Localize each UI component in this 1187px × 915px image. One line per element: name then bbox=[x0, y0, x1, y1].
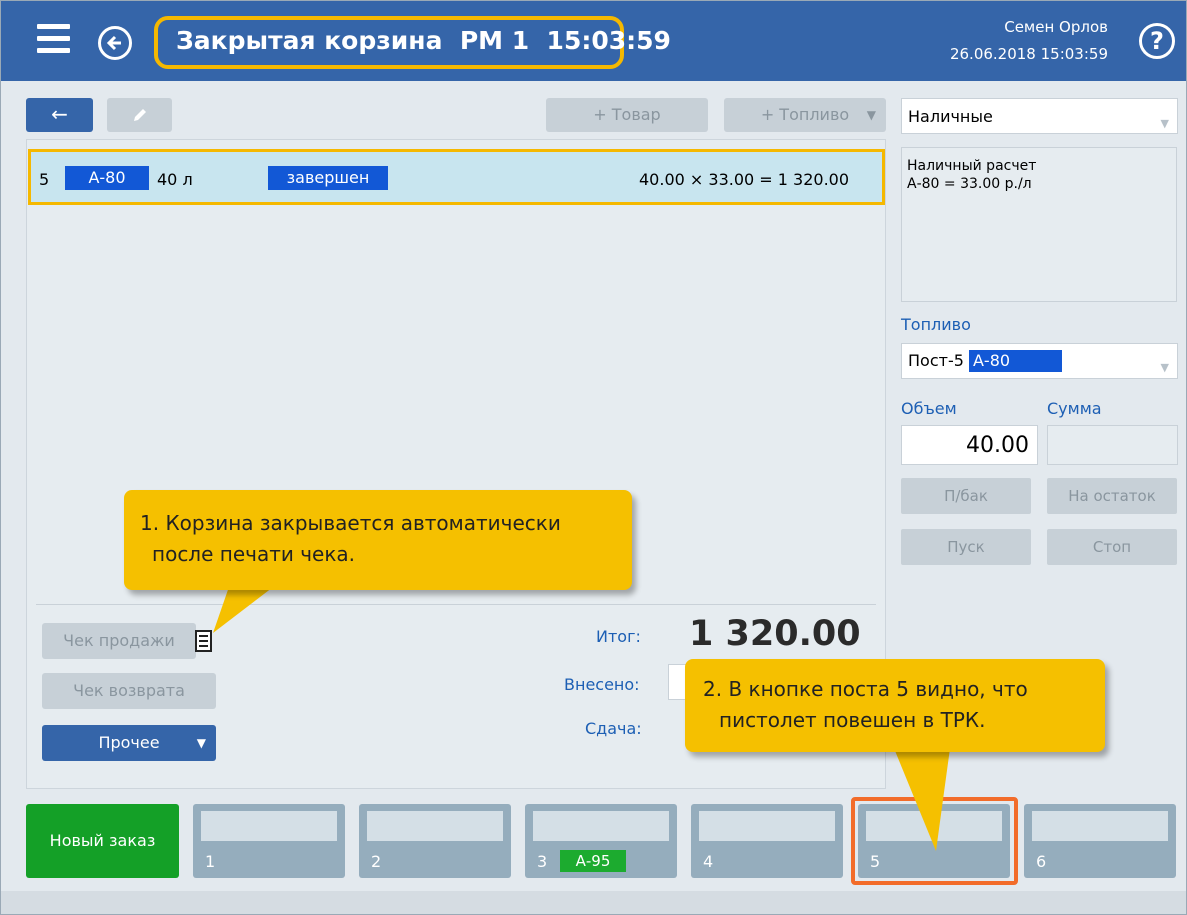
post-number: 3 bbox=[537, 852, 548, 871]
add-fuel-label: + Топливо bbox=[760, 105, 850, 124]
back-circle-icon[interactable] bbox=[98, 26, 132, 60]
other-label: Прочее bbox=[98, 733, 160, 752]
callout-1-line2: после печати чека. bbox=[152, 542, 356, 566]
change-label: Сдача: bbox=[585, 719, 642, 738]
post-display bbox=[201, 811, 337, 841]
post-button-2[interactable]: 2 bbox=[359, 804, 511, 878]
post-number: 6 bbox=[1036, 852, 1047, 871]
total-label: Итог: bbox=[596, 627, 641, 646]
add-fuel-button[interactable]: + Топливо ▼ bbox=[724, 98, 886, 132]
page-title: Закрытая корзина РМ 1 15:03:59 bbox=[176, 26, 671, 55]
post-display bbox=[1032, 811, 1168, 841]
post-number: 1 bbox=[205, 852, 216, 871]
post-fuel-badge: А-95 bbox=[560, 850, 626, 872]
sum-input[interactable] bbox=[1047, 425, 1178, 465]
volume-label: Объем bbox=[901, 399, 957, 418]
fuel-select-value: А-80 bbox=[968, 350, 1063, 372]
order-post-number: 5 bbox=[39, 170, 50, 189]
paid-label: Внесено: bbox=[564, 675, 640, 694]
callout-1: 1. Корзина закрывается автоматически пос… bbox=[124, 490, 632, 590]
divider bbox=[36, 604, 876, 605]
fuel-select[interactable]: Пост-5 А-80 ▼ bbox=[901, 343, 1178, 379]
payment-info-line1: Наличный расчет bbox=[907, 158, 1037, 174]
add-goods-button[interactable]: + Товар bbox=[546, 98, 708, 132]
post-display bbox=[367, 811, 503, 841]
help-icon[interactable]: ? bbox=[1139, 23, 1175, 59]
pencil-icon bbox=[133, 109, 146, 121]
app-window: Закрытая корзина РМ 1 15:03:59 Семен Орл… bbox=[0, 0, 1187, 915]
order-fuel-badge: А-80 bbox=[65, 166, 149, 190]
chevron-down-icon: ▼ bbox=[866, 108, 876, 122]
sum-label: Сумма bbox=[1047, 399, 1102, 418]
stop-button[interactable]: Стоп bbox=[1047, 529, 1177, 565]
order-status-badge: завершен bbox=[268, 166, 388, 190]
post-number: 4 bbox=[703, 852, 714, 871]
remainder-button[interactable]: На остаток bbox=[1047, 478, 1177, 514]
payment-info: Наличный расчет А-80 = 33.00 р./л bbox=[901, 147, 1177, 302]
fuel-post-label: Пост-5 bbox=[908, 351, 964, 370]
callout-2: 2. В кнопке поста 5 видно, что пистолет … bbox=[685, 659, 1105, 752]
total-value: 1 320.00 bbox=[689, 614, 861, 654]
callout-2-line2: пистолет повешен в ТРК. bbox=[719, 708, 986, 732]
payment-method-value: Наличные bbox=[908, 107, 993, 126]
status-strip bbox=[1, 891, 1186, 914]
back-button[interactable]: ← bbox=[26, 98, 93, 132]
callout-1-line1: 1. Корзина закрывается автоматически bbox=[140, 511, 561, 535]
callout-2-line1: 2. В кнопке поста 5 видно, что bbox=[703, 677, 1028, 701]
order-quantity: 40 л bbox=[157, 170, 193, 189]
order-calculation: 40.00 × 33.00 = 1 320.00 bbox=[639, 170, 850, 189]
sale-receipt-button[interactable]: Чек продажи bbox=[42, 623, 196, 659]
callout-2-pointer bbox=[891, 741, 951, 851]
user-name: Семен Орлов bbox=[1004, 18, 1108, 36]
edit-button[interactable] bbox=[107, 98, 172, 132]
chevron-down-icon: ▼ bbox=[1160, 117, 1169, 130]
fuel-label: Топливо bbox=[901, 315, 971, 334]
post-display bbox=[699, 811, 835, 841]
callout-1-pointer bbox=[213, 581, 281, 633]
chevron-down-icon: ▼ bbox=[1160, 361, 1169, 374]
payment-method-select[interactable]: Наличные ▼ bbox=[901, 98, 1178, 134]
order-row[interactable]: 5 А-80 40 л завершен 40.00 × 33.00 = 1 3… bbox=[28, 149, 885, 205]
post-button-4[interactable]: 4 bbox=[691, 804, 843, 878]
chevron-down-icon: ▼ bbox=[196, 736, 206, 750]
header-datetime: 26.06.2018 15:03:59 bbox=[949, 45, 1108, 63]
post-number: 2 bbox=[371, 852, 382, 871]
other-button[interactable]: Прочее ▼ bbox=[42, 725, 216, 761]
post-display bbox=[533, 811, 669, 841]
payment-info-line2: А-80 = 33.00 р./л bbox=[907, 176, 1032, 192]
full-tank-button[interactable]: П/бак bbox=[901, 478, 1031, 514]
post-button-6[interactable]: 6 bbox=[1024, 804, 1176, 878]
post-button-1[interactable]: 1 bbox=[193, 804, 345, 878]
header-bar: Закрытая корзина РМ 1 15:03:59 Семен Орл… bbox=[1, 1, 1186, 81]
post-button-3[interactable]: 3 А-95 bbox=[525, 804, 677, 878]
new-order-button[interactable]: Новый заказ bbox=[26, 804, 179, 878]
volume-input[interactable]: 40.00 bbox=[901, 425, 1038, 465]
start-button[interactable]: Пуск bbox=[901, 529, 1031, 565]
return-receipt-button[interactable]: Чек возврата bbox=[42, 673, 216, 709]
menu-icon[interactable] bbox=[37, 24, 70, 54]
